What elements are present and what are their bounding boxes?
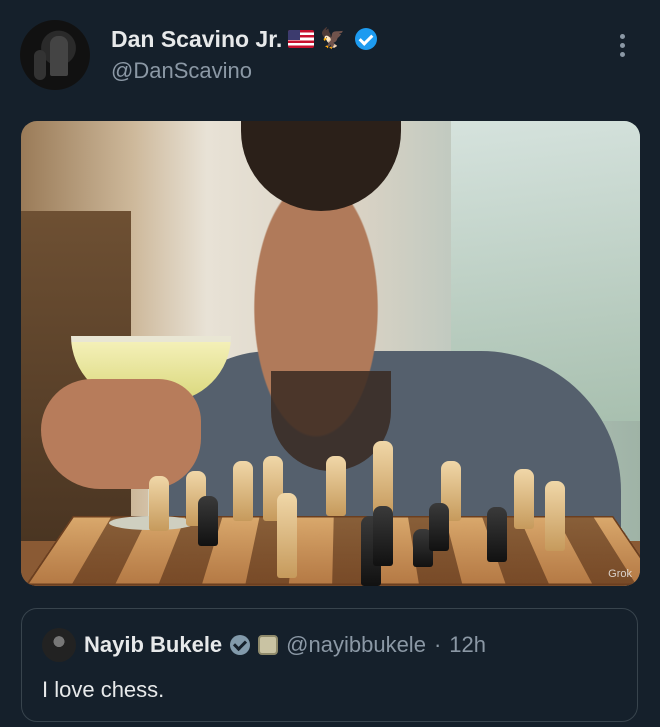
white-chess-piece — [373, 441, 393, 516]
author-display-name[interactable]: Dan Scavino Jr. — [111, 26, 282, 53]
white-chess-piece — [277, 493, 297, 578]
more-vertical-icon[interactable] — [620, 34, 626, 61]
verified-badge-icon[interactable] — [355, 28, 378, 50]
hand — [41, 379, 201, 489]
white-chess-piece — [514, 469, 534, 529]
white-chess-piece — [545, 481, 565, 551]
author-avatar[interactable] — [20, 20, 90, 90]
quoted-author-display-name[interactable]: Nayib Bukele — [84, 632, 222, 658]
quoted-tweet-card[interactable]: Nayib Bukele @nayibbukele · 12h I love c… — [21, 608, 638, 722]
quoted-author-handle[interactable]: @nayibbukele — [286, 632, 426, 658]
government-seal-icon[interactable] — [258, 635, 279, 655]
quoted-tweet-header: Nayib Bukele @nayibbukele · 12h — [42, 628, 486, 662]
quoted-author-avatar[interactable] — [42, 628, 76, 662]
white-chess-piece — [233, 461, 253, 521]
display-name-row: Dan Scavino Jr. 🦅 — [111, 24, 378, 54]
black-chess-piece — [198, 496, 218, 546]
tweet-header: Dan Scavino Jr. 🦅 @DanScavino — [20, 18, 640, 90]
separator-dot: · — [433, 632, 442, 657]
author-names: Dan Scavino Jr. 🦅 @DanScavino — [111, 24, 378, 84]
gray-verified-badge-icon[interactable] — [230, 635, 251, 655]
quoted-tweet-text: I love chess. — [42, 677, 165, 702]
eagle-icon: 🦅 — [320, 28, 346, 50]
black-chess-piece — [429, 503, 449, 551]
white-chess-piece — [326, 456, 346, 516]
black-chess-piece — [487, 507, 507, 562]
author-handle[interactable]: @DanScavino — [111, 58, 377, 84]
us-flag-icon — [288, 30, 315, 48]
white-chess-piece — [149, 476, 169, 531]
grok-watermark: Grok — [608, 568, 632, 580]
quoted-tweet-time[interactable]: 12h — [449, 632, 486, 658]
tweet-image[interactable]: Grok — [21, 121, 640, 586]
black-chess-piece — [373, 506, 393, 566]
